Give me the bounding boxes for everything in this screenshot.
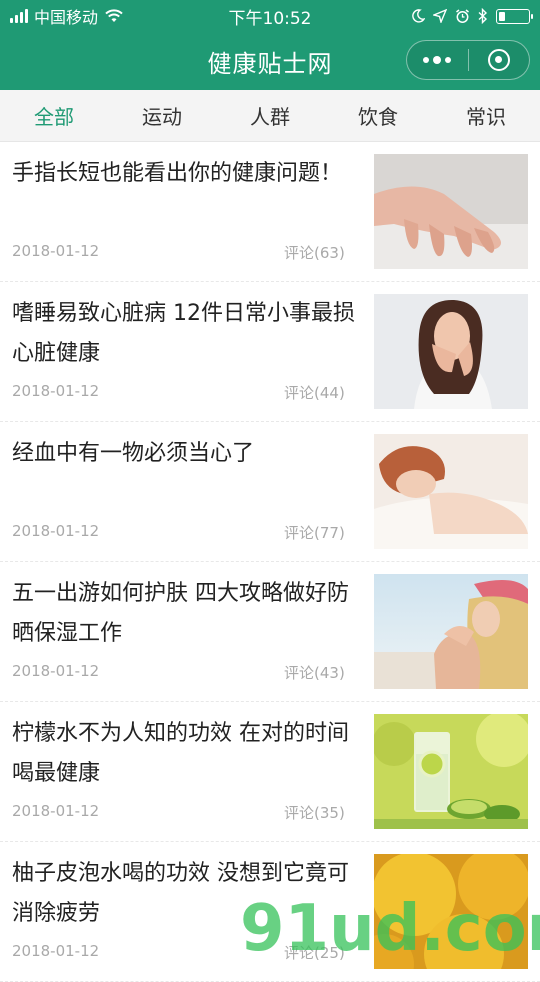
bluetooth-icon [478,8,488,24]
wifi-icon [105,9,123,22]
moon-icon [412,9,425,23]
more-dots-icon [423,55,452,64]
tab-knowledge[interactable]: 常识 [432,90,540,141]
article-comments: 评论(77) [284,524,345,542]
article-title: 柠檬水不为人知的功效 在对的时间喝最健康 [12,721,349,786]
article-item[interactable]: 柚子皮泡水喝的功效 没想到它竟可消除疲劳 2018-01-12 评论(25) [0,842,540,982]
article-comments: 评论(63) [284,244,345,262]
woman-pain-image [374,294,528,409]
signal-icon [10,9,28,23]
status-bar: 中国移动 下午10:52 [0,0,540,32]
tab-sport[interactable]: 运动 [108,90,216,141]
article-title: 五一出游如何护肤 四大攻略做好防晒保湿工作 [12,581,349,646]
battery-level [499,11,505,21]
carrier-label: 中国移动 [34,8,99,27]
alarm-icon [456,8,469,23]
nav-bar: 健康贴士网 [0,32,540,90]
article-comments: 评论(44) [284,384,345,402]
sunscreen-woman-image [374,574,528,689]
article-title: 柚子皮泡水喝的功效 没想到它竟可消除疲劳 [12,861,349,926]
article-item[interactable]: 嗜睡易致心脏病 12件日常小事最损心脏健康 2018-01-12 评论(44) [0,282,540,422]
tab-all[interactable]: 全部 [0,90,108,141]
grapefruit-image [374,854,528,969]
clock: 下午10:52 [228,8,312,29]
article-date: 2018-01-12 [12,662,100,680]
sleeping-woman-image [374,434,528,549]
article-date: 2018-01-12 [12,382,100,400]
tab-people[interactable]: 人群 [216,90,324,141]
article-title: 经血中有一物必须当心了 [12,441,255,466]
battery-icon [496,8,533,24]
mini-program-capsule [406,40,530,80]
close-target-icon [487,49,510,71]
article-date: 2018-01-12 [12,942,100,960]
article-item[interactable]: 手指长短也能看出你的健康问题！ 2018-01-12 评论(63) [0,142,540,282]
lemon-water-image [374,714,528,829]
page-title: 健康贴士网 [207,49,333,78]
hand-image [374,154,528,269]
article-date: 2018-01-12 [12,802,100,820]
category-tabs: 全部 运动 人群 饮食 常识 [0,90,540,142]
more-button[interactable] [407,41,468,79]
close-button[interactable] [469,41,530,79]
article-item[interactable]: 经血中有一物必须当心了 2018-01-12 评论(77) [0,422,540,562]
article-item[interactable]: 柠檬水不为人知的功效 在对的时间喝最健康 2018-01-12 评论(35) [0,702,540,842]
article-date: 2018-01-12 [12,522,100,540]
article-title: 手指长短也能看出你的健康问题！ [12,161,343,186]
article-item[interactable]: 五一出游如何护肤 四大攻略做好防晒保湿工作 2018-01-12 评论(43) [0,562,540,702]
article-title: 嗜睡易致心脏病 12件日常小事最损心脏健康 [12,301,355,366]
article-date: 2018-01-12 [12,242,100,260]
article-list: 手指长短也能看出你的健康问题！ 2018-01-12 评论(63) 嗜睡易致心脏… [0,142,540,982]
article-comments: 评论(43) [284,664,345,682]
tab-diet[interactable]: 饮食 [324,90,432,141]
location-icon [433,9,447,23]
article-comments: 评论(35) [284,804,345,822]
